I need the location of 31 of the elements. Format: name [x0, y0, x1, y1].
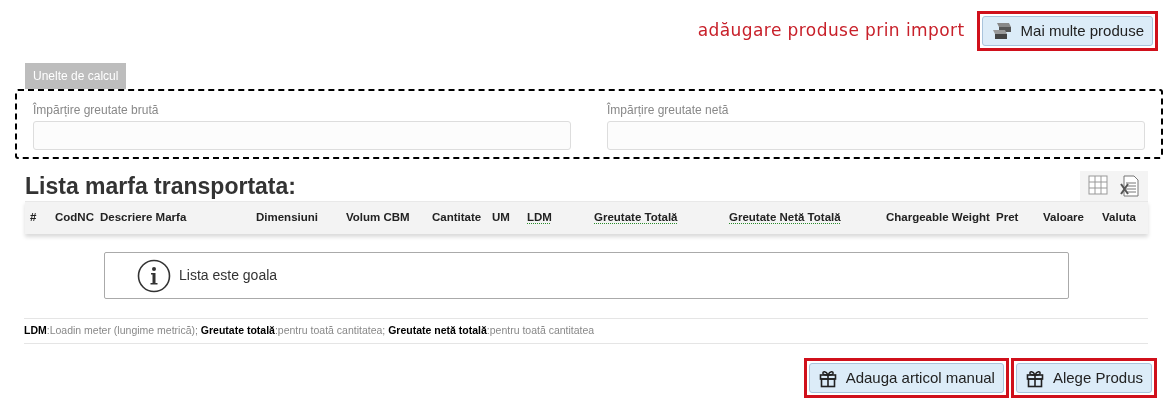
column-header: Cantitate — [432, 211, 482, 224]
info-icon — [137, 258, 171, 293]
column-header: Chargeable Weight — [886, 211, 990, 224]
gift-icon — [817, 368, 838, 388]
column-header: Dimensiuni — [256, 211, 318, 224]
list-title: Lista marfa transportata: — [25, 175, 296, 201]
column-header: CodNC — [55, 211, 94, 224]
column-header: LDM — [527, 211, 552, 224]
field-label: Împărțire greutate brută — [33, 101, 160, 119]
column-header: Greutate Netă Totală — [729, 211, 841, 224]
empty-message: Lista este goala — [179, 266, 278, 285]
choose-product-button[interactable]: Alege Produs — [1015, 363, 1152, 393]
import-hint: adăugare produse prin import — [697, 19, 965, 43]
column-header: Volum CBM — [346, 211, 410, 224]
column-header: Greutate Totală — [594, 211, 678, 224]
boxes-icon — [990, 21, 1013, 41]
field-label: Împărțire greutate netă — [607, 101, 730, 119]
legend-text: LDM:Loadin meter (lungime metrică); Greutate totală:pentru toată cantitatea; Greutate netă totală:pentru toată cantitatea — [24, 323, 595, 339]
spreadsheet-icon[interactable] — [1120, 175, 1140, 197]
input-field[interactable] — [33, 121, 571, 150]
input-field[interactable] — [607, 121, 1145, 150]
gift-icon — [1024, 368, 1045, 388]
column-header: Valoare — [1043, 211, 1084, 224]
column-header: Pret — [996, 211, 1019, 224]
column-header: Descriere Marfa — [100, 211, 187, 224]
column-header: # — [30, 211, 37, 224]
column-header: UM — [492, 211, 510, 224]
more-products-button[interactable]: Mai multe produse — [981, 16, 1153, 46]
add-item-button[interactable]: Adauga articol manual — [808, 363, 1004, 393]
grid-icon[interactable] — [1088, 175, 1108, 195]
column-header: Valuta — [1102, 211, 1136, 224]
